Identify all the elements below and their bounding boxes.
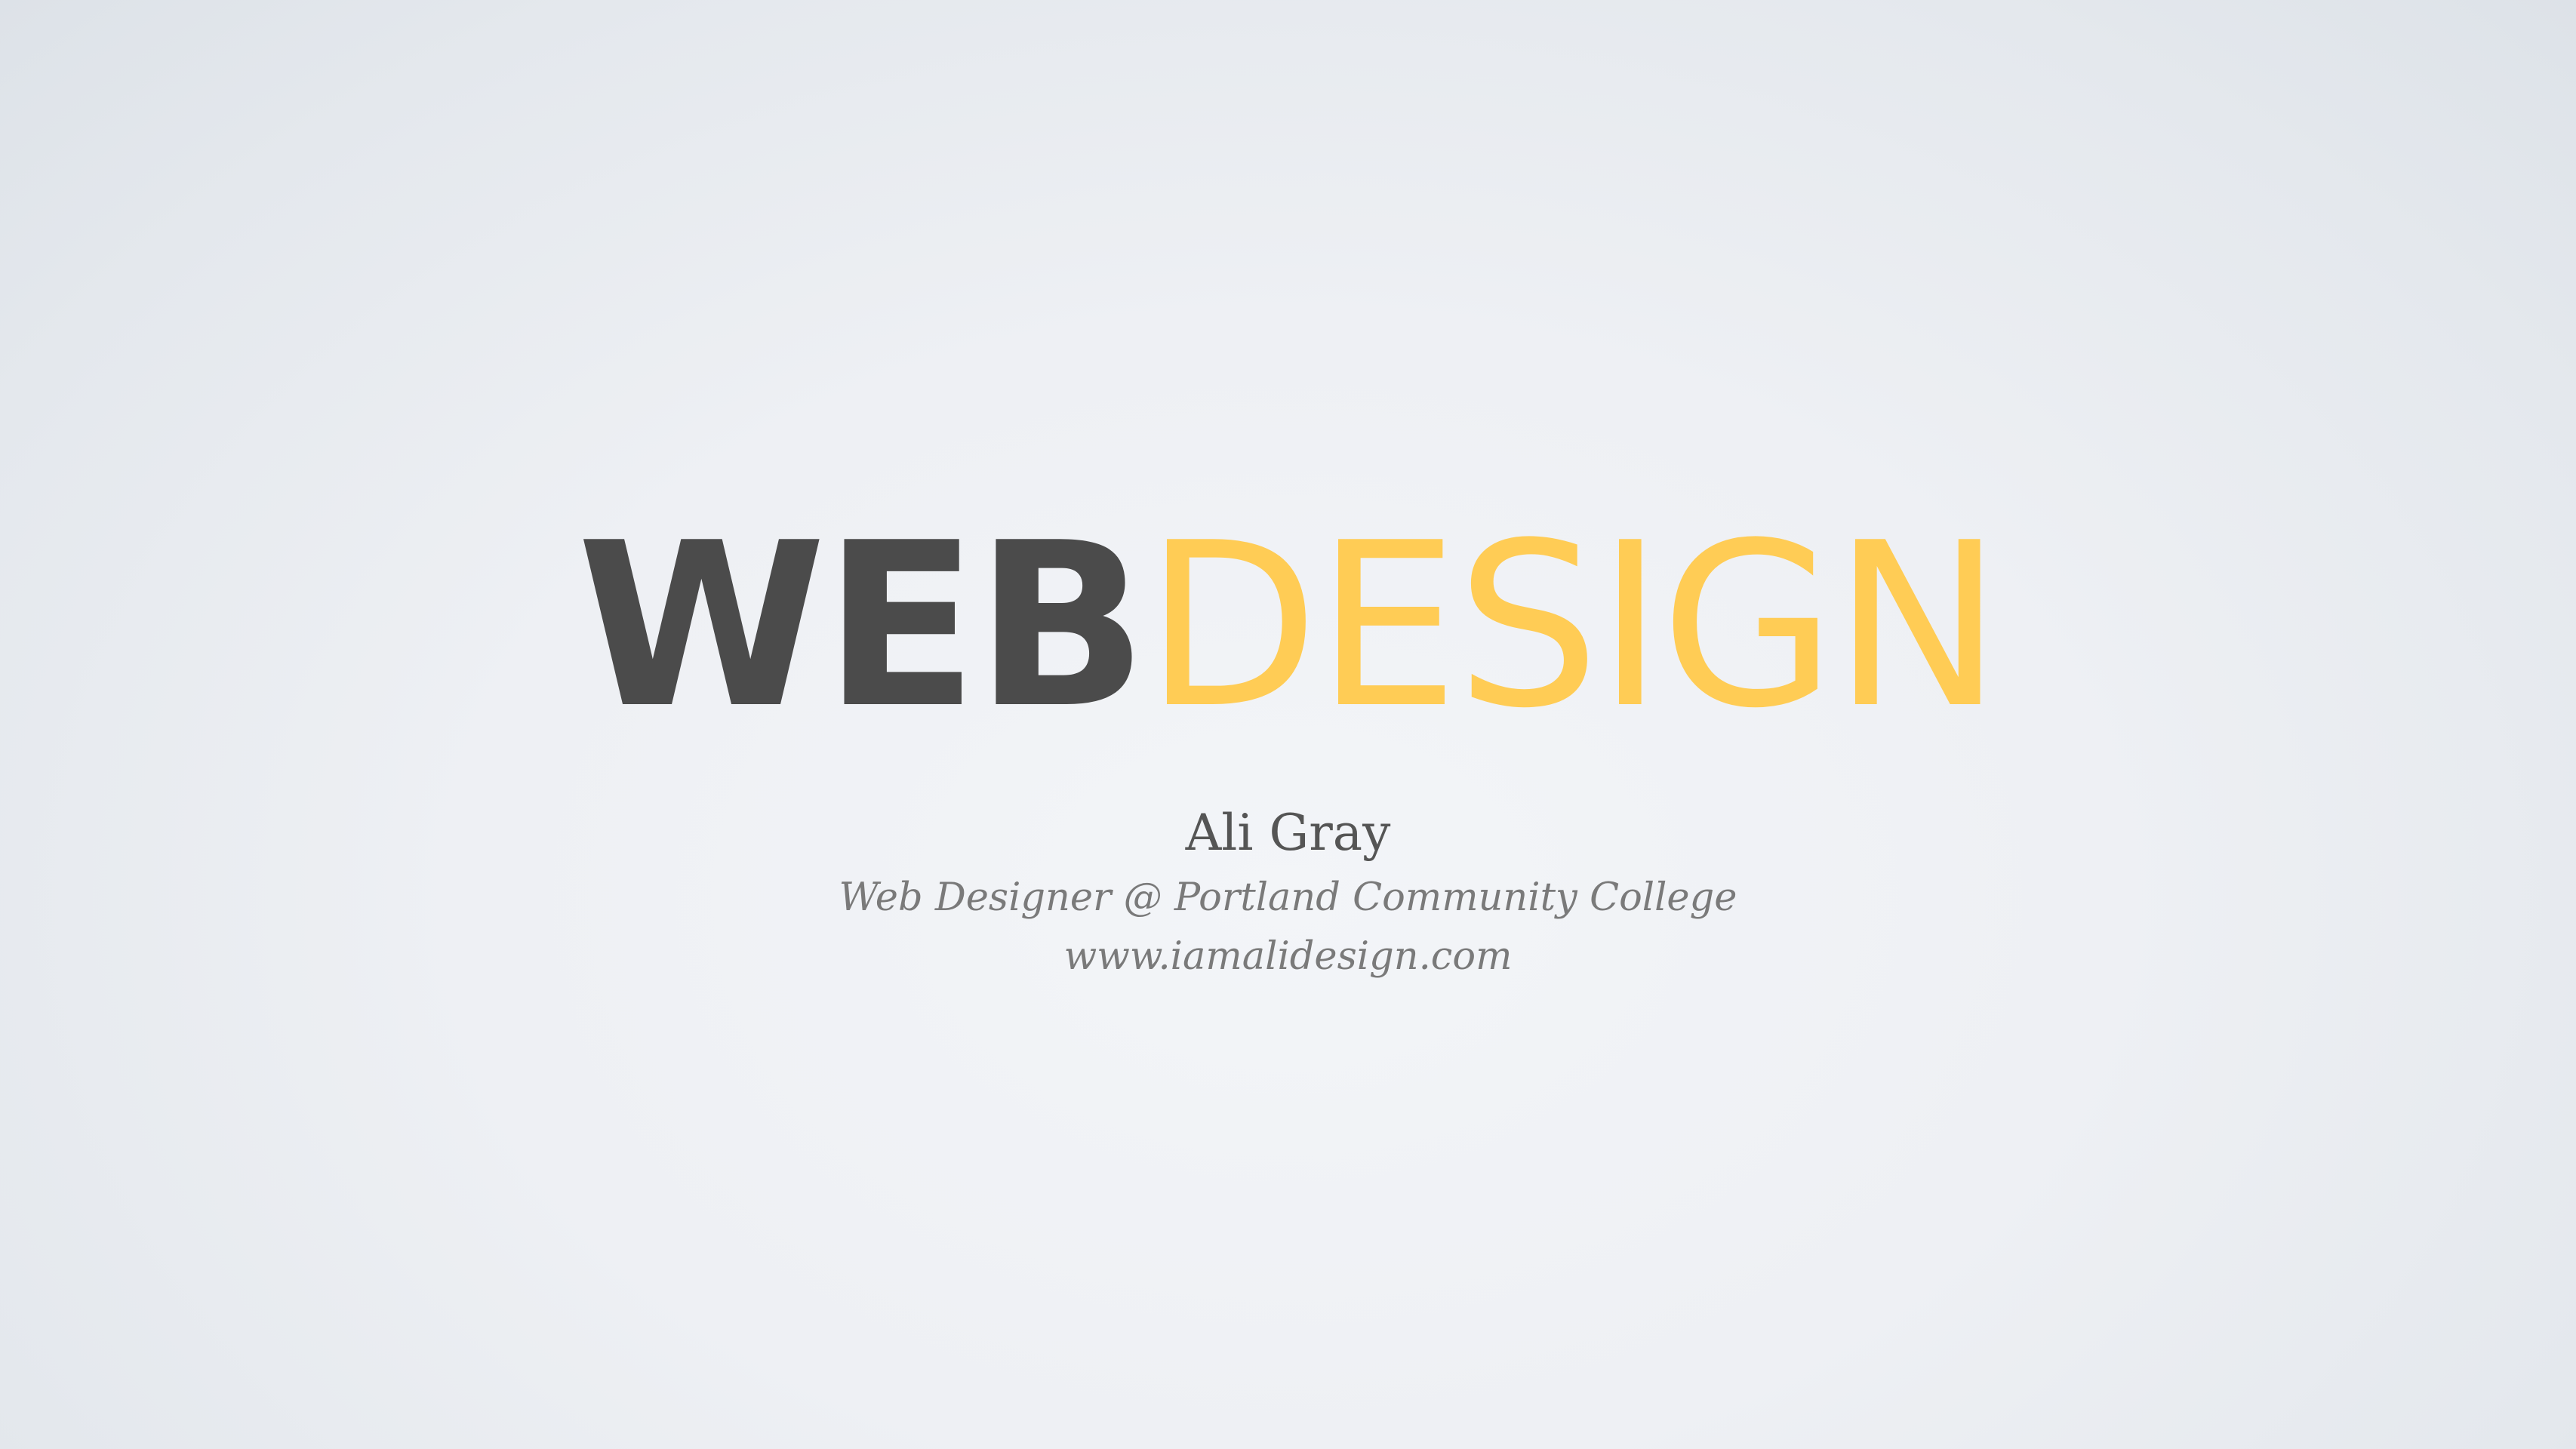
author-role: Web Designer @ Portland Community Colleg… <box>839 875 1737 920</box>
title-slide: WEBDESIGN Ali Gray Web Designer @ Portla… <box>0 0 2576 1449</box>
slide-title: WEBDESIGN <box>0 513 2576 740</box>
author-website: www.iamalidesign.com <box>1063 934 1513 979</box>
slide-title-design: DESIGN <box>1144 494 2002 758</box>
slide-title-web: WEB <box>577 494 1148 758</box>
author-name: Ali Gray <box>1185 804 1391 862</box>
